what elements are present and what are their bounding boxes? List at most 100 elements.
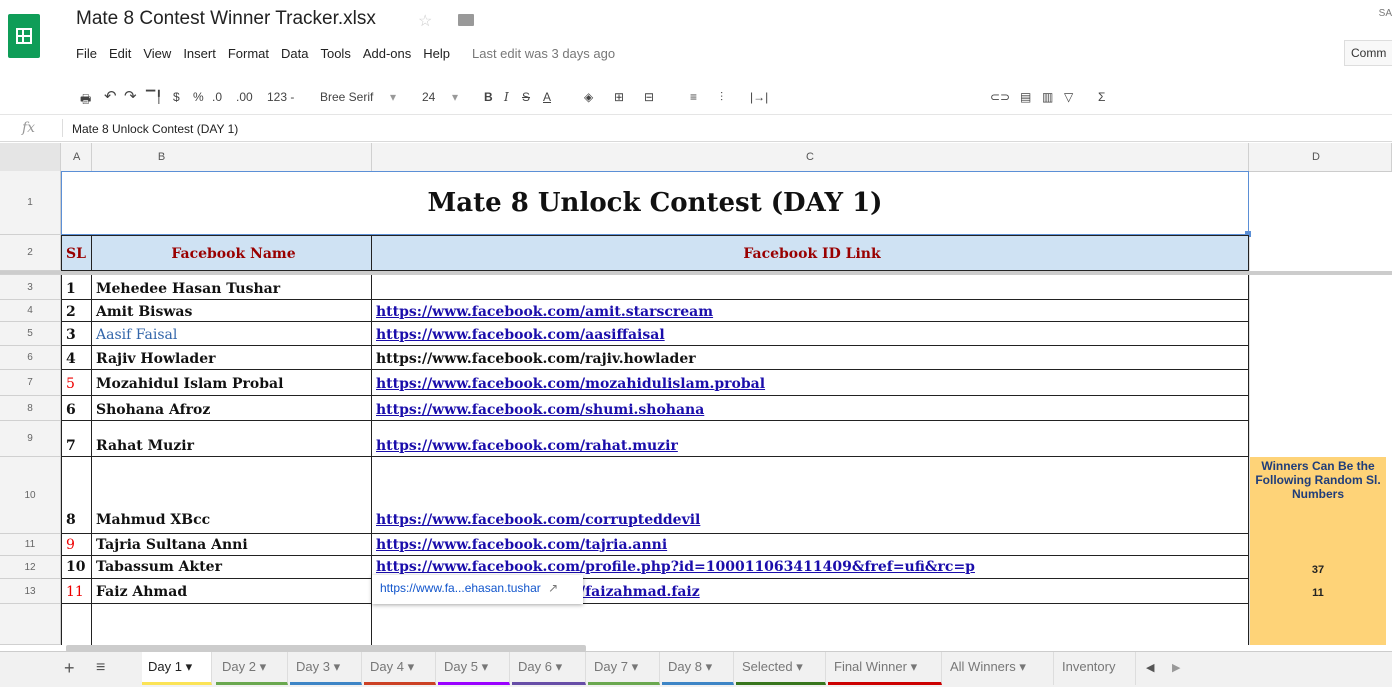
- cell-link[interactable]: https://www.facebook.com/tajria.anni: [372, 534, 1249, 556]
- scroll-tabs-right-icon[interactable]: ▶: [1172, 661, 1180, 674]
- cell-link[interactable]: https://www.facebook.com/mozahidulislam.…: [372, 370, 1249, 396]
- menu-data[interactable]: Data: [281, 46, 308, 61]
- facebook-link[interactable]: https://www.facebook.com/tajria.anni: [376, 537, 667, 553]
- cell-name[interactable]: Mozahidul Islam Probal: [92, 370, 372, 396]
- strikethrough-icon[interactable]: S: [522, 90, 530, 104]
- cell-link[interactable]: https://www.facebook.com/rajiv.howlader: [372, 346, 1249, 370]
- row-header-9[interactable]: 9: [0, 421, 61, 457]
- formula-input[interactable]: Mate 8 Unlock Contest (DAY 1): [72, 122, 238, 136]
- facebook-link[interactable]: https://www.facebook.com/amit.starscream: [376, 304, 713, 320]
- tab-day-5[interactable]: Day 5 ▾: [438, 652, 510, 685]
- folder-icon[interactable]: [458, 14, 474, 26]
- row-header-12[interactable]: 12: [0, 556, 61, 579]
- facebook-link[interactable]: https://www.facebook.com/rahat.muzir: [376, 438, 678, 454]
- cell-sl[interactable]: 9: [61, 534, 92, 556]
- insert-comment-icon[interactable]: ▤: [1020, 90, 1031, 104]
- comments-button[interactable]: Comm: [1344, 40, 1392, 66]
- tab-inventory[interactable]: Inventory: [1056, 652, 1136, 685]
- facebook-link[interactable]: https://www.facebook.com/mozahidulislam.…: [376, 376, 765, 392]
- undo-icon[interactable]: ↶: [104, 87, 117, 105]
- row-header-13[interactable]: 13: [0, 579, 61, 604]
- font-size-select[interactable]: 24: [422, 90, 435, 104]
- merge-cells-icon[interactable]: ⊟: [644, 90, 654, 104]
- menu-format[interactable]: Format: [228, 46, 269, 61]
- cell-link[interactable]: https://www.facebook.com/aasiffaisal: [372, 322, 1249, 346]
- cell-sl[interactable]: 6: [61, 396, 92, 421]
- all-sheets-icon[interactable]: ≡: [96, 659, 105, 677]
- increase-decimal-button[interactable]: .00: [236, 90, 253, 104]
- column-header-a[interactable]: A: [61, 143, 92, 171]
- select-all-corner[interactable]: [0, 143, 61, 171]
- menu-file[interactable]: File: [76, 46, 97, 61]
- header-facebook-name[interactable]: Facebook Name: [92, 235, 372, 271]
- row-header-2[interactable]: 2: [0, 235, 61, 271]
- row-header-1[interactable]: 1: [0, 171, 61, 235]
- winners-note[interactable]: Winners Can Be the Following Random Sl. …: [1252, 459, 1384, 501]
- fill-color-icon[interactable]: ◈: [584, 90, 593, 104]
- currency-button[interactable]: $: [173, 90, 180, 104]
- row-header-3[interactable]: 3: [0, 275, 61, 300]
- menu-addons[interactable]: Add-ons: [363, 46, 411, 61]
- row-header-7[interactable]: 7: [0, 370, 61, 396]
- insert-link-icon[interactable]: ⊂⊃: [990, 90, 1010, 104]
- print-icon[interactable]: 🖶: [80, 90, 91, 111]
- cell-name[interactable]: Rajiv Howlader: [92, 346, 372, 370]
- text-wrap-icon[interactable]: |→|: [750, 90, 768, 104]
- link-preview-text[interactable]: https://www.fa...ehasan.tushar: [380, 581, 541, 595]
- facebook-link[interactable]: https://www.facebook.com/corrupteddevil: [376, 512, 700, 528]
- user-initials[interactable]: SA: [1379, 8, 1392, 19]
- cell-link[interactable]: [372, 275, 1249, 300]
- column-header-c[interactable]: C: [372, 143, 1249, 171]
- cell-name[interactable]: Aasif Faisal: [92, 322, 372, 346]
- facebook-link[interactable]: https://www.facebook.com/profile.php?id=…: [376, 559, 975, 575]
- cell-sl[interactable]: 5: [61, 370, 92, 396]
- tab-day-3[interactable]: Day 3 ▾: [290, 652, 362, 685]
- header-sl[interactable]: SL: [61, 235, 92, 271]
- row-header-6[interactable]: 6: [0, 346, 61, 370]
- cell-sl[interactable]: 1: [61, 275, 92, 300]
- tab-day-6[interactable]: Day 6 ▾: [512, 652, 586, 685]
- chevron-down-icon[interactable]: ▾: [452, 90, 458, 104]
- more-formats-dropdown[interactable]: 123 -: [267, 90, 294, 104]
- functions-icon[interactable]: Σ: [1098, 90, 1105, 104]
- borders-icon[interactable]: ⊞: [614, 90, 624, 104]
- tab-day-2[interactable]: Day 2 ▾: [216, 652, 288, 685]
- redo-icon[interactable]: ↷: [124, 87, 137, 105]
- cell-name[interactable]: Shohana Afroz: [92, 396, 372, 421]
- facebook-link[interactable]: https://www.facebook.com/shumi.shohana: [376, 402, 704, 418]
- decrease-decimal-button[interactable]: .0: [212, 90, 222, 104]
- tab-day-7[interactable]: Day 7 ▾: [588, 652, 660, 685]
- cell-link[interactable]: https://www.facebook.com/corrupteddevil: [372, 457, 1249, 534]
- tab-day-8[interactable]: Day 8 ▾: [662, 652, 734, 685]
- cell-name[interactable]: Tabassum Akter: [92, 556, 372, 579]
- cell-name[interactable]: Mehedee Hasan Tushar: [92, 275, 372, 300]
- cell-name[interactable]: Faiz Ahmad: [92, 579, 372, 604]
- tab-selected[interactable]: Selected ▾: [736, 652, 826, 685]
- menu-tools[interactable]: Tools: [320, 46, 350, 61]
- empty-cell[interactable]: [372, 604, 1249, 645]
- cell-name[interactable]: Amit Biswas: [92, 300, 372, 322]
- row-header-10[interactable]: 10: [0, 457, 61, 534]
- font-family-select[interactable]: Bree Serif: [320, 90, 373, 104]
- cell-sl[interactable]: 2: [61, 300, 92, 322]
- document-title[interactable]: Mate 8 Contest Winner Tracker.xlsx: [76, 8, 376, 30]
- menu-insert[interactable]: Insert: [183, 46, 216, 61]
- menu-help[interactable]: Help: [423, 46, 450, 61]
- italic-icon[interactable]: I: [504, 90, 509, 104]
- cell-name[interactable]: Tajria Sultana Anni: [92, 534, 372, 556]
- cell-link[interactable]: https://www.facebook.com/amit.starscream: [372, 300, 1249, 322]
- paint-format-icon[interactable]: ▔╿: [146, 90, 162, 104]
- last-edit-link[interactable]: Last edit was 3 days ago: [472, 46, 615, 61]
- empty-cell[interactable]: [61, 604, 92, 645]
- link-preview-tooltip[interactable]: https://www.fa...ehasan.tushar ↗: [372, 575, 583, 604]
- winner-number[interactable]: 37: [1250, 564, 1386, 576]
- tab-final-winner[interactable]: Final Winner ▾: [828, 652, 942, 685]
- cell-sl[interactable]: 7: [61, 421, 92, 457]
- cell-sl[interactable]: 8: [61, 457, 92, 534]
- vertical-align-icon[interactable]: ⫶: [720, 90, 723, 105]
- tab-all-winners[interactable]: All Winners ▾: [944, 652, 1054, 685]
- winner-number[interactable]: 11: [1250, 587, 1386, 599]
- cell-name[interactable]: Mahmud XBcc: [92, 457, 372, 534]
- percent-button[interactable]: %: [193, 90, 204, 104]
- menu-edit[interactable]: Edit: [109, 46, 131, 61]
